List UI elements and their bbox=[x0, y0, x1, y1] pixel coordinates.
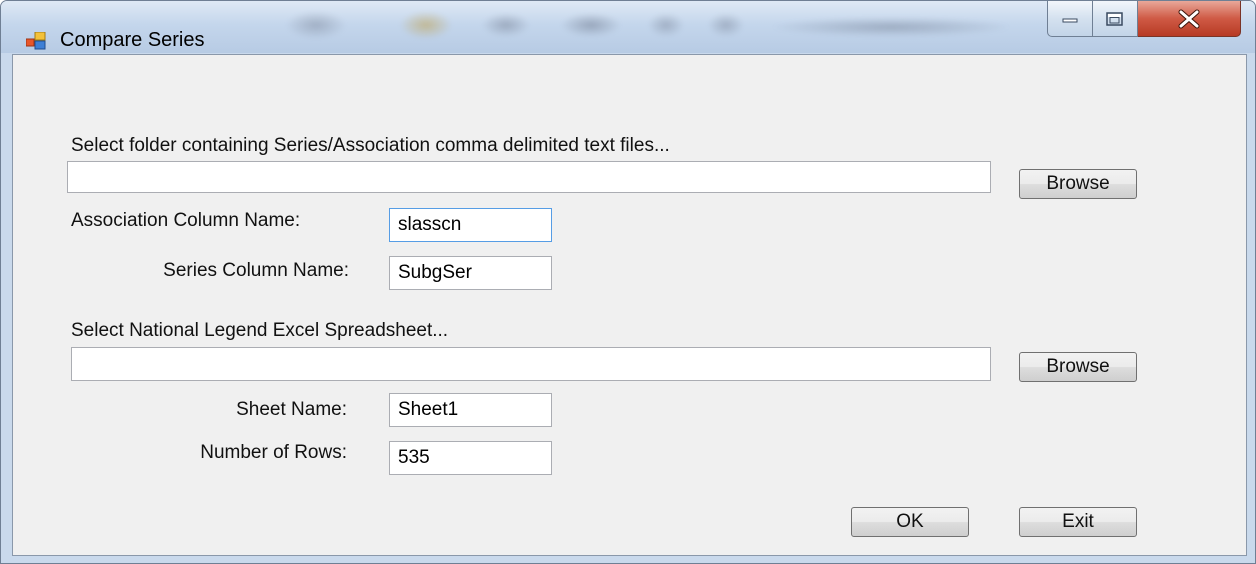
title-bar[interactable]: Compare Series bbox=[1, 1, 1255, 53]
background-blur bbox=[271, 11, 1031, 39]
sheet-name-label: Sheet Name: bbox=[236, 399, 347, 420]
series-column-label: Series Column Name: bbox=[163, 260, 349, 281]
browse-folder-button[interactable]: Browse bbox=[1019, 169, 1137, 199]
close-button[interactable] bbox=[1138, 1, 1241, 37]
app-icon bbox=[26, 32, 46, 50]
legend-prompt-label: Select National Legend Excel Spreadsheet… bbox=[71, 320, 449, 341]
legend-path-input[interactable] bbox=[71, 347, 991, 381]
ok-button[interactable]: OK bbox=[851, 507, 969, 537]
maximize-icon bbox=[1106, 11, 1123, 26]
browse-legend-button[interactable]: Browse bbox=[1019, 352, 1137, 382]
folder-prompt-label: Select folder containing Series/Associat… bbox=[71, 135, 670, 156]
number-of-rows-label: Number of Rows: bbox=[200, 442, 347, 463]
window-title: Compare Series bbox=[60, 29, 205, 51]
association-column-input[interactable] bbox=[389, 208, 552, 242]
association-column-label: Association Column Name: bbox=[71, 210, 301, 231]
minimize-icon bbox=[1062, 18, 1078, 22]
folder-path-input[interactable] bbox=[67, 161, 991, 193]
compare-series-window: Compare Series Select folder containing … bbox=[0, 0, 1256, 564]
minimize-button[interactable] bbox=[1047, 1, 1093, 37]
exit-button[interactable]: Exit bbox=[1019, 507, 1137, 537]
series-column-input[interactable] bbox=[389, 256, 552, 290]
maximize-button[interactable] bbox=[1093, 1, 1138, 37]
close-icon bbox=[1178, 9, 1200, 28]
number-of-rows-input[interactable] bbox=[389, 441, 552, 475]
sheet-name-input[interactable] bbox=[389, 393, 552, 427]
dialog-client-area: Select folder containing Series/Associat… bbox=[12, 54, 1247, 556]
